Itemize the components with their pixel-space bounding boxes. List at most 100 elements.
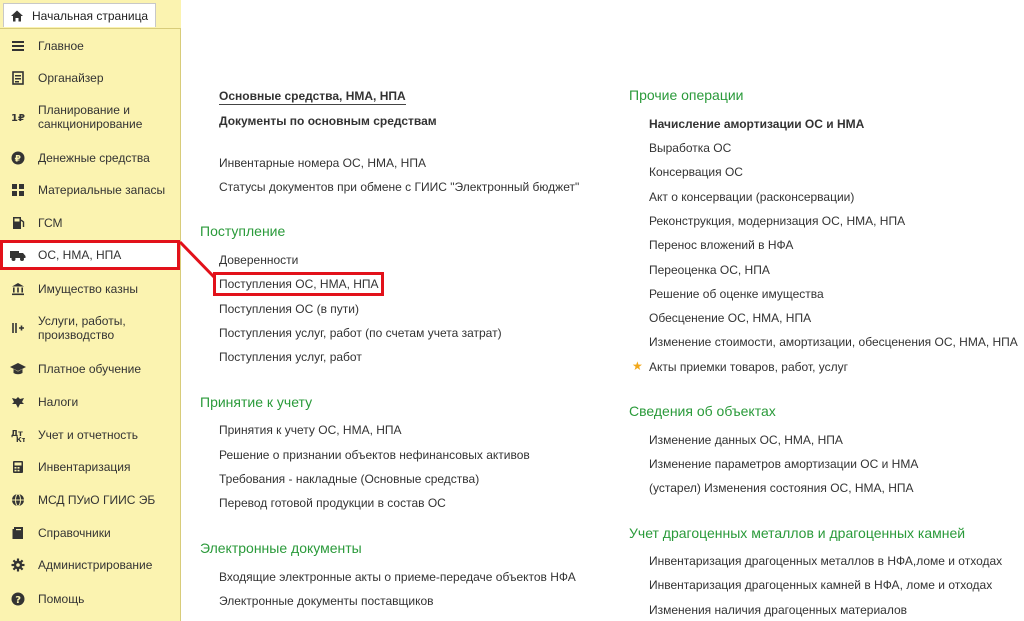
link-incoming-e-acts[interactable]: Входящие электронные акты о приеме-перед…: [219, 570, 576, 584]
sidebar-item-label: МСД ПУиО ГИИС ЭБ: [38, 493, 156, 507]
section-header-object-info: Сведения об объектах: [629, 403, 776, 419]
favorite-star-icon[interactable]: ★: [632, 359, 643, 373]
sidebar-item-accounting[interactable]: Дт Кт Учет и отчетность: [0, 423, 180, 447]
help-icon: ?: [10, 591, 26, 607]
sidebar-item-label: Учет и отчетность: [38, 428, 138, 442]
link-precious-materials-changes[interactable]: Изменения наличия драгоценных материалов: [649, 603, 907, 617]
sidebar-item-label: Налоги: [38, 395, 79, 409]
graduation-cap-icon: [10, 361, 26, 377]
svg-text:?: ?: [15, 595, 21, 606]
link-document-statuses[interactable]: Статусы документов при обмене с ГИИС "Эл…: [219, 180, 579, 194]
sidebar-item-label: Денежные средства: [38, 151, 150, 165]
section-header-receipt: Поступление: [200, 223, 286, 239]
sidebar-item-label: ОС, НМА, НПА: [38, 248, 122, 262]
sidebar-item-treasury-property[interactable]: Имущество казны: [0, 277, 180, 301]
link-fixed-asset-receipts[interactable]: Поступления ОС, НМА, НПА: [219, 277, 379, 291]
accounting-icon: Дт Кт: [10, 427, 26, 443]
link-status-changes-obsolete[interactable]: (устарел) Изменения состояния ОС, НМА, Н…: [649, 481, 914, 495]
book-icon: [10, 525, 26, 541]
link-finished-products-transfer[interactable]: Перевод готовой продукции в состав ОС: [219, 496, 446, 510]
home-icon: [10, 9, 24, 23]
svg-text:1₽: 1₽: [11, 113, 25, 124]
money-icon: ₽: [10, 150, 26, 166]
gear-icon: [10, 557, 26, 573]
link-service-receipts[interactable]: Поступления услуг, работ: [219, 350, 362, 364]
sidebar-item-label: Имущество казны: [38, 282, 138, 296]
sidebar-item-label: Помощь: [38, 592, 85, 606]
section-header-other-operations: Прочие операции: [629, 87, 744, 103]
link-revaluation[interactable]: Переоценка ОС, НПА: [649, 263, 770, 277]
tab-bar: Начальная страница: [0, 0, 181, 29]
grid-icon: [10, 182, 26, 198]
sidebar-item-label: Справочники: [38, 526, 111, 540]
link-acceptance-for-accounting[interactable]: Принятия к учету ОС, НМА, НПА: [219, 423, 402, 437]
sidebar-item-administration[interactable]: Администрирование: [0, 553, 180, 577]
link-depreciation-parameters[interactable]: Изменение параметров амортизации ОС и НМ…: [649, 457, 918, 471]
svg-text:Кт: Кт: [16, 436, 25, 442]
sidebar-item-label: ГСМ: [38, 216, 63, 230]
tab-home-label: Начальная страница: [32, 8, 149, 23]
sidebar-item-paid-education[interactable]: Платное обучение: [0, 357, 180, 381]
link-asset-output[interactable]: Выработка ОС: [649, 141, 731, 155]
link-precious-stones-inventory[interactable]: Инвентаризация драгоценных камней в НФА,…: [649, 578, 992, 592]
svg-text:₽: ₽: [15, 155, 21, 165]
sidebar-item-organizer[interactable]: Органайзер: [0, 66, 180, 90]
organizer-icon: [10, 70, 26, 86]
section-header-edocs: Электронные документы: [200, 540, 362, 556]
link-asset-data-changes[interactable]: Изменение данных ОС, НМА, НПА: [649, 433, 843, 447]
sidebar-item-taxes[interactable]: Налоги: [0, 390, 180, 414]
sidebar-item-label: Платное обучение: [38, 362, 142, 376]
link-property-valuation-decision[interactable]: Решение об оценке имущества: [649, 287, 824, 301]
link-asset-conservation[interactable]: Консервация ОС: [649, 165, 743, 179]
menu-lines-icon: [10, 38, 26, 54]
sidebar-item-directories[interactable]: Справочники: [0, 521, 180, 545]
sidebar-item-label: Органайзер: [38, 71, 104, 85]
eagle-icon: [10, 394, 26, 410]
sidebar-item-main[interactable]: Главное: [0, 34, 180, 58]
section-header-precious-materials: Учет драгоценных металлов и драгоценных …: [629, 525, 966, 541]
sidebar-item-money[interactable]: ₽ Денежные средства: [0, 146, 180, 170]
sidebar-item-materials[interactable]: Материальные запасы: [0, 178, 180, 202]
sidebar-item-fuel[interactable]: ГСМ: [0, 211, 180, 235]
services-icon: [10, 320, 26, 336]
link-depreciation[interactable]: Начисление амортизации ОС и НМА: [649, 117, 864, 131]
sidebar-item-services[interactable]: Услуги, работы, производство: [0, 310, 180, 346]
link-nonfinancial-asset-recognition[interactable]: Решение о признании объектов нефинансовы…: [219, 448, 530, 462]
truck-icon: [10, 247, 26, 263]
link-power-of-attorney[interactable]: Доверенности: [219, 253, 298, 267]
sidebar-item-label: Услуги, работы, производство: [38, 314, 126, 342]
sidebar-item-fixed-assets[interactable]: ОС, НМА, НПА: [0, 240, 180, 270]
link-fixed-assets-list[interactable]: Основные средства, НМА, НПА: [219, 89, 406, 105]
sidebar: Главное Органайзер 1₽ Планирование и сан…: [0, 29, 181, 621]
link-value-change[interactable]: Изменение стоимости, амортизации, обесце…: [649, 335, 1018, 349]
link-investment-transfer[interactable]: Перенос вложений в НФА: [649, 238, 793, 252]
sidebar-item-label: Администрирование: [38, 558, 153, 572]
planning-icon: 1₽: [10, 109, 26, 125]
sidebar-item-label: Инвентаризация: [38, 460, 131, 474]
link-supplier-e-documents[interactable]: Электронные документы поставщиков: [219, 594, 434, 608]
section-header-acceptance: Принятие к учету: [200, 394, 313, 410]
globe-icon: [10, 492, 26, 508]
link-reconstruction[interactable]: Реконструкция, модернизация ОС, НМА, НПА: [649, 214, 905, 228]
sidebar-item-help[interactable]: ? Помощь: [0, 587, 180, 611]
tab-home[interactable]: Начальная страница: [3, 3, 156, 27]
link-service-receipts-cost-accounts[interactable]: Поступления услуг, работ (по счетам учет…: [219, 326, 502, 340]
link-impairment[interactable]: Обесценение ОС, НМА, НПА: [649, 311, 811, 325]
fuel-icon: [10, 215, 26, 231]
link-inventory-numbers[interactable]: Инвентарные номера ОС, НМА, НПА: [219, 156, 426, 170]
link-requisition-invoices[interactable]: Требования - накладные (Основные средств…: [219, 472, 479, 486]
sidebar-item-planning[interactable]: 1₽ Планирование и санкционирование: [0, 99, 180, 135]
link-fixed-assets-in-transit[interactable]: Поступления ОС (в пути): [219, 302, 359, 316]
bank-icon: [10, 281, 26, 297]
sidebar-item-label: Материальные запасы: [38, 183, 166, 197]
main-content: Основные средства, НМА, НПА Документы по…: [182, 0, 1024, 621]
sidebar-item-inventory[interactable]: Инвентаризация: [0, 455, 180, 479]
link-conservation-act[interactable]: Акт о консервации (расконсервации): [649, 190, 854, 204]
link-acceptance-acts[interactable]: Акты приемки товаров, работ, услуг: [649, 360, 848, 374]
sidebar-item-label: Главное: [38, 39, 84, 53]
link-fixed-asset-documents[interactable]: Документы по основным средствам: [219, 114, 437, 128]
link-precious-metals-inventory[interactable]: Инвентаризация драгоценных металлов в НФ…: [649, 554, 1002, 568]
calculator-icon: [10, 459, 26, 475]
sidebar-item-label: Планирование и санкционирование: [38, 103, 143, 131]
sidebar-item-msd[interactable]: МСД ПУиО ГИИС ЭБ: [0, 488, 180, 512]
